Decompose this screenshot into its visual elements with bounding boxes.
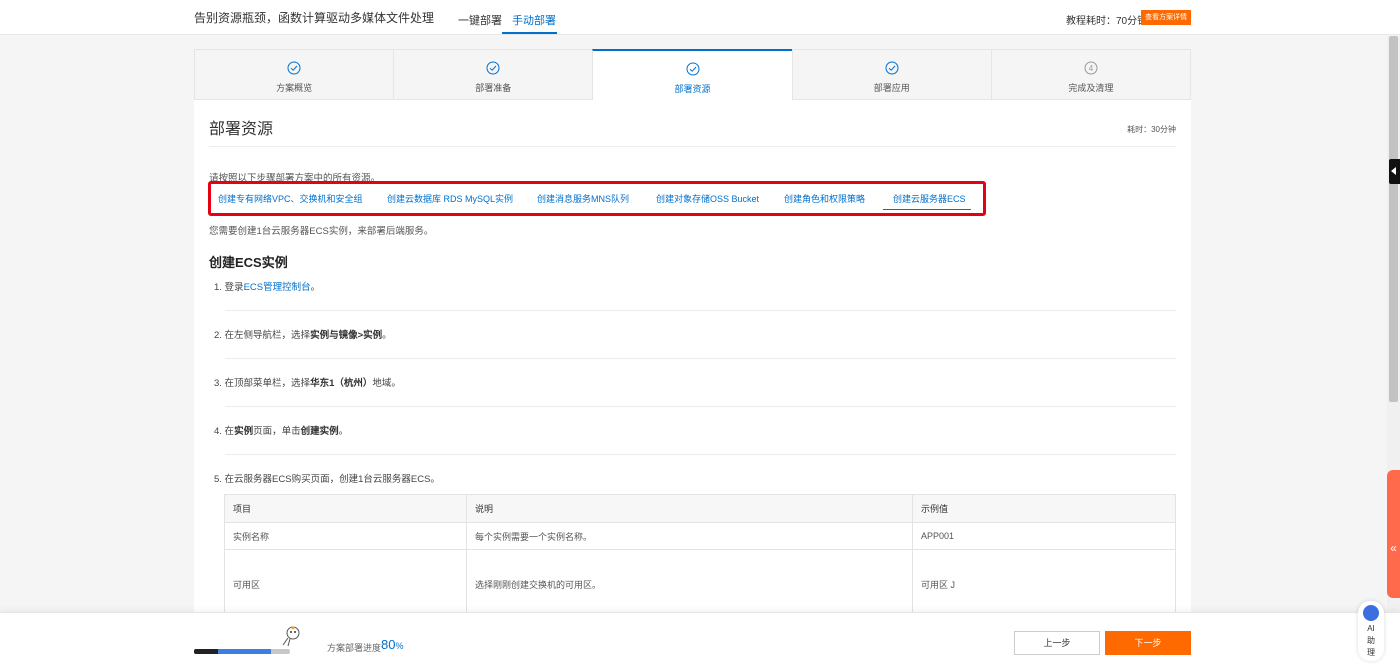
table-header-row: 项目 说明 示例值 xyxy=(224,494,1176,523)
active-link-indicator xyxy=(883,209,971,210)
mascot-icon xyxy=(282,626,300,647)
list-item-text: 3. 在顶部菜单栏，选择 xyxy=(214,378,311,389)
table-header: 说明 xyxy=(466,494,913,523)
ai-label: AI xyxy=(1367,624,1375,633)
table-row: 可用区 选择刚刚创建交换机的可用区。 可用区 J xyxy=(224,549,1176,620)
list-item-text: 。 xyxy=(382,330,392,341)
step-label: 完成及清理 xyxy=(1068,83,1114,93)
step-finish-cleanup[interactable]: 4 完成及清理 xyxy=(990,49,1192,100)
list-item-text: 2. 在左侧导航栏，选择 xyxy=(214,330,311,341)
progress-start-segment xyxy=(194,649,218,654)
table-header: 示例值 xyxy=(912,494,1176,523)
progress-unit: % xyxy=(395,641,404,651)
step-number: 4 xyxy=(1089,64,1094,73)
step-label: 部署资源 xyxy=(674,84,711,94)
step-deploy-app[interactable]: 部署应用 xyxy=(791,49,991,100)
list-item-text: 地域。 xyxy=(372,378,401,389)
number-circle-icon: 4 xyxy=(1084,61,1098,75)
list-item-bold: 创建实例 xyxy=(300,426,339,437)
list-item: 2. 在左侧导航栏，选择实例与镜像>实例。 xyxy=(214,327,392,341)
progress-label: 方案部署进度 xyxy=(327,643,382,653)
page-title: 部署资源 xyxy=(209,121,274,138)
list-item-text: 4. 在 xyxy=(214,426,235,437)
list-item-bold: 实例 xyxy=(234,426,254,437)
link-create-role[interactable]: 创建角色和权限策略 xyxy=(784,192,865,205)
table-cell: 可用区 xyxy=(224,549,467,620)
table-cell: 选择刚刚创建交换机的可用区。 xyxy=(466,549,913,620)
tab-manual-deploy[interactable]: 手动部署 xyxy=(512,12,556,28)
progress-value: 80% xyxy=(381,637,403,652)
link-create-mns[interactable]: 创建消息服务MNS队列 xyxy=(537,192,629,205)
ai-assistant-button[interactable]: AI 助 理 xyxy=(1358,601,1384,661)
link-create-vpc[interactable]: 创建专有网络VPC、交换机和安全组 xyxy=(218,192,363,205)
list-item-text: 。 xyxy=(338,426,349,437)
divider xyxy=(225,358,1176,359)
step-prepare[interactable]: 部署准备 xyxy=(393,49,593,100)
list-item-bold: 华东1（杭州） xyxy=(310,378,373,389)
step-deploy-resources[interactable]: 部署资源 xyxy=(592,49,792,100)
tutorial-time: 教程耗时：70分钟 xyxy=(1066,16,1148,27)
list-item-text: 。 xyxy=(310,282,321,293)
divider xyxy=(225,454,1176,455)
expand-side-tab[interactable]: « xyxy=(1387,470,1400,598)
list-item-text: 页面，单击 xyxy=(253,426,301,437)
check-circle-icon xyxy=(287,61,301,75)
step-label: 部署应用 xyxy=(873,83,910,93)
collapse-panel-handle[interactable] xyxy=(1389,159,1400,184)
divider xyxy=(225,406,1176,407)
ecs-note: 您需要创建1台云服务器ECS实例，来部署后端服务。 xyxy=(209,226,434,237)
list-item: 4. 在实例页面，单击创建实例。 xyxy=(214,423,348,437)
ecs-config-table: 项目 说明 示例值 实例名称 每个实例需要一个实例名称。 APP001 可用区 … xyxy=(224,494,1176,620)
step-navigator: 方案概览 部署准备 部署资源 部署应用 4 完成及清理 xyxy=(194,49,1192,100)
ai-assistant-icon xyxy=(1363,605,1379,621)
table-row: 实例名称 每个实例需要一个实例名称。 APP001 xyxy=(224,522,1176,550)
top-bar: 告别资源瓶颈，函数计算驱动多媒体文件处理 一键部署 手动部署 教程耗时：70分钟… xyxy=(0,0,1400,35)
list-item-bold: 实例与镜像>实例 xyxy=(310,330,383,341)
table-cell: APP001 xyxy=(912,522,1176,550)
step-duration: 耗时：30分钟 xyxy=(1127,125,1176,134)
scrollbar-thumb[interactable] xyxy=(1389,36,1398,402)
table-header: 项目 xyxy=(224,494,467,523)
main-content: 部署资源 耗时：30分钟 请按照以下步骤部署方案中的所有资源。 创建专有网络VP… xyxy=(194,100,1191,620)
step-label: 部署准备 xyxy=(475,83,512,93)
bottom-bar: 方案部署进度 80% 上一步 下一步 xyxy=(0,612,1400,672)
step-overview[interactable]: 方案概览 xyxy=(194,49,394,100)
divider xyxy=(225,310,1176,311)
table-cell: 实例名称 xyxy=(224,522,467,550)
view-details-button[interactable]: 查看方案详情 xyxy=(1141,10,1191,25)
deploy-progress-bar xyxy=(194,649,290,654)
link-create-ecs[interactable]: 创建云服务器ECS xyxy=(893,192,966,205)
ai-label: 理 xyxy=(1367,648,1375,657)
ecs-console-link[interactable]: ECS管理控制台 xyxy=(244,282,311,293)
list-item: 3. 在顶部菜单栏，选择华东1（杭州）地域。 xyxy=(214,375,401,389)
list-item-text: 1. 登录 xyxy=(214,282,244,293)
progress-number: 80 xyxy=(381,637,396,652)
previous-step-button[interactable]: 上一步 xyxy=(1014,631,1100,655)
divider xyxy=(209,146,1176,147)
link-create-oss[interactable]: 创建对象存储OSS Bucket xyxy=(656,192,759,205)
check-circle-icon xyxy=(686,62,699,76)
active-tab-indicator xyxy=(502,32,557,34)
caret-left-icon xyxy=(1391,167,1396,175)
list-item: 5. 在云服务器ECS购买页面，创建1台云服务器ECS。 xyxy=(214,474,440,485)
table-cell: 可用区 J xyxy=(912,549,1176,620)
list-item: 1. 登录ECS管理控制台。 xyxy=(214,279,320,293)
progress-fill xyxy=(218,649,271,654)
tab-one-click-deploy[interactable]: 一键部署 xyxy=(458,12,502,28)
check-circle-icon xyxy=(486,61,500,75)
solution-title: 告别资源瓶颈，函数计算驱动多媒体文件处理 xyxy=(194,11,435,25)
next-step-button[interactable]: 下一步 xyxy=(1105,631,1191,655)
step-label: 方案概览 xyxy=(276,83,313,93)
link-create-rds[interactable]: 创建云数据库 RDS MySQL实例 xyxy=(387,192,513,205)
table-cell: 每个实例需要一个实例名称。 xyxy=(466,522,913,550)
section-title: 创建ECS实例 xyxy=(209,255,288,270)
ai-label: 助 xyxy=(1367,636,1375,645)
check-circle-icon xyxy=(885,61,899,75)
